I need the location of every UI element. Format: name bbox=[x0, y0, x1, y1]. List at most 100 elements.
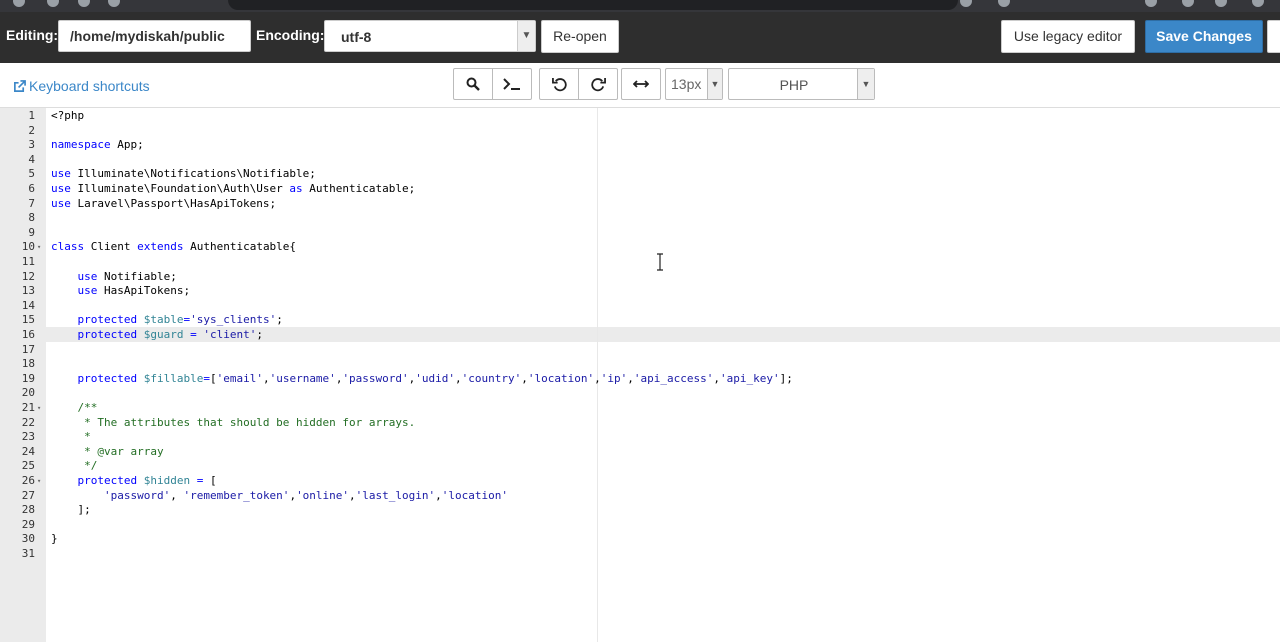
browser-action-icon[interactable] bbox=[998, 0, 1010, 7]
code-text: * @var array bbox=[51, 445, 163, 460]
language-mode-value: PHP bbox=[779, 77, 809, 93]
code-token: * The attributes that should be hidden f… bbox=[84, 415, 416, 429]
editor-toolbar: Keyboard shortcuts 13px ▼ PHP ▼ bbox=[0, 63, 1280, 108]
code-token: $table bbox=[143, 313, 184, 327]
line-number: 15 bbox=[21, 313, 35, 327]
close-button[interactable] bbox=[1267, 20, 1280, 53]
line-number: 11 bbox=[21, 255, 35, 268]
fold-toggle-icon[interactable]: ▾ bbox=[37, 401, 41, 416]
code-token: , bbox=[435, 488, 442, 502]
goto-line-button[interactable] bbox=[492, 69, 531, 99]
reload-icon[interactable] bbox=[78, 0, 90, 7]
code-token: = bbox=[203, 371, 210, 385]
font-size-select[interactable]: 13px ▼ bbox=[665, 68, 723, 100]
editing-label: Editing: bbox=[6, 27, 59, 43]
code-token: [ bbox=[203, 474, 217, 487]
code-text: class Client extends Authenticatable{ bbox=[51, 240, 296, 255]
word-wrap-button[interactable] bbox=[622, 69, 660, 99]
undo-icon bbox=[551, 77, 567, 91]
wrap-tools-group bbox=[621, 68, 661, 100]
code-token: 'username' bbox=[269, 371, 336, 385]
forward-icon[interactable] bbox=[47, 0, 59, 7]
search-button[interactable] bbox=[454, 69, 492, 99]
back-icon[interactable] bbox=[13, 0, 25, 7]
undo-button[interactable] bbox=[540, 69, 578, 99]
use-legacy-editor-button[interactable]: Use legacy editor bbox=[1001, 20, 1135, 53]
code-token: App; bbox=[110, 138, 144, 152]
line-number: 17 bbox=[21, 342, 35, 356]
code-text: /** bbox=[51, 401, 98, 416]
code-token: namespace bbox=[51, 138, 111, 152]
language-mode-select[interactable]: PHP ▼ bbox=[728, 68, 875, 100]
code-token: use bbox=[51, 167, 71, 181]
extension-icon[interactable] bbox=[1215, 0, 1227, 7]
extension-icon[interactable] bbox=[1182, 0, 1194, 7]
line-number: 28 bbox=[21, 503, 35, 517]
extension-icon[interactable] bbox=[1252, 0, 1264, 7]
code-text: ]; bbox=[51, 503, 90, 518]
home-icon[interactable] bbox=[108, 0, 120, 7]
code-token: 'api_access' bbox=[633, 371, 714, 385]
code-token: 'password' bbox=[342, 371, 409, 385]
code-text: protected $guard = 'client'; bbox=[51, 328, 263, 343]
line-number: 2 bbox=[28, 123, 35, 137]
arrows-horizontal-icon bbox=[633, 80, 649, 88]
extension-icon[interactable] bbox=[1145, 0, 1157, 7]
code-token: use bbox=[77, 269, 98, 283]
encoding-select[interactable]: utf-8 ▼ bbox=[324, 20, 536, 52]
external-link-icon bbox=[14, 80, 26, 92]
line-number: 22 bbox=[21, 415, 35, 429]
code-editor[interactable]: 1 <?php 2 3 namespace App; 4 5 use Illuminate\N… bbox=[0, 108, 1280, 642]
code-token: , bbox=[521, 371, 528, 385]
code-token: $fillable bbox=[143, 371, 204, 385]
redo-icon bbox=[590, 77, 606, 91]
code-text: 'password', 'remember_token','online','l… bbox=[51, 489, 508, 504]
browser-action-icon[interactable] bbox=[960, 0, 972, 7]
line-number: 26 bbox=[21, 474, 35, 487]
code-text: use Illuminate\Notifications\Notifiable; bbox=[51, 167, 316, 182]
code-token: protected bbox=[77, 328, 138, 341]
code-token: ; bbox=[256, 328, 263, 341]
code-token: extends bbox=[137, 240, 184, 254]
fold-toggle-icon[interactable]: ▾ bbox=[37, 240, 41, 255]
code-token: class bbox=[51, 240, 85, 254]
encoding-value: utf-8 bbox=[341, 29, 372, 45]
code-token: use bbox=[51, 196, 71, 210]
line-number: 10 bbox=[21, 240, 35, 254]
code-text: * The attributes that should be hidden f… bbox=[51, 416, 415, 431]
line-number: 8 bbox=[28, 211, 35, 225]
line-number: 9 bbox=[28, 225, 35, 239]
reopen-button[interactable]: Re-open bbox=[541, 20, 619, 53]
code-token: , bbox=[713, 371, 720, 385]
line-number: 19 bbox=[21, 371, 35, 385]
redo-button[interactable] bbox=[578, 69, 617, 99]
code-token: = bbox=[190, 328, 197, 341]
code-token: $guard bbox=[143, 328, 184, 341]
code-token: 'online' bbox=[296, 488, 350, 502]
file-path-field[interactable]: /home/mydiskah/public bbox=[58, 20, 251, 52]
code-text: namespace App; bbox=[51, 138, 144, 153]
address-bar[interactable] bbox=[228, 0, 958, 10]
line-number: 13 bbox=[21, 284, 35, 298]
line-number: 14 bbox=[21, 298, 35, 312]
keyboard-shortcuts-link[interactable]: Keyboard shortcuts bbox=[13, 78, 150, 94]
fold-toggle-icon[interactable]: ▾ bbox=[37, 474, 41, 489]
code-token: Authenticatable{ bbox=[183, 240, 297, 254]
code-token: ]; bbox=[779, 371, 793, 385]
line-number: 6 bbox=[28, 182, 35, 195]
code-token: HasApiTokens; bbox=[97, 284, 191, 298]
code-token: <?php bbox=[51, 109, 85, 122]
code-token: 'last_login' bbox=[355, 488, 436, 502]
save-changes-button[interactable]: Save Changes bbox=[1145, 20, 1263, 53]
code-token: 'country' bbox=[461, 371, 522, 385]
keyboard-shortcuts-label: Keyboard shortcuts bbox=[29, 78, 150, 94]
chevron-down-icon: ▼ bbox=[707, 69, 722, 99]
